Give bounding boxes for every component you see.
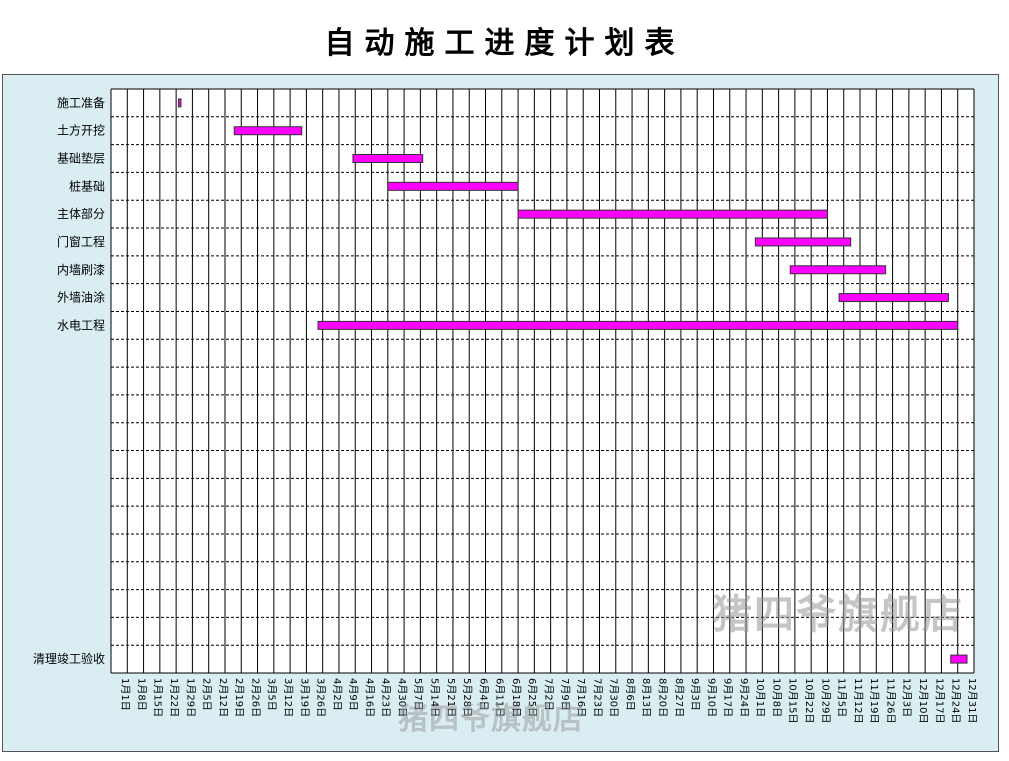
- x-tick-label: 8月27日: [673, 678, 685, 717]
- x-tick-label: 2月5日: [201, 678, 213, 711]
- x-tick-label: 8月13日: [640, 678, 652, 717]
- x-tick-label: 2月12日: [217, 678, 229, 717]
- x-tick-label: 10月8日: [770, 678, 782, 717]
- task-bar: [517, 209, 828, 219]
- x-tick-label: 2月19日: [233, 678, 245, 717]
- x-tick-label: 12月31日: [966, 678, 978, 723]
- x-tick-label: 3月26日: [315, 678, 327, 717]
- task-label: 水电工程: [57, 317, 105, 332]
- x-tick-label: 10月29日: [819, 678, 831, 723]
- x-tick-label: 7月23日: [591, 678, 603, 717]
- task-bar: [233, 126, 303, 136]
- x-tick-label: 11月19日: [868, 678, 880, 723]
- task-bar: [352, 154, 424, 164]
- task-bar: [387, 181, 519, 191]
- x-tick-label: 7月30日: [608, 678, 620, 717]
- x-tick-label: 11月26日: [884, 678, 896, 723]
- x-tick-label: 12月17日: [933, 678, 945, 723]
- x-tick-label: 10月22日: [803, 678, 815, 723]
- x-tick-label: 9月17日: [722, 678, 734, 717]
- x-tick-label: 3月5日: [266, 678, 278, 711]
- x-tick-label: 1月8日: [135, 678, 147, 711]
- x-tick-label: 2月26日: [249, 678, 261, 717]
- task-label: 基础垫层: [57, 151, 105, 166]
- task-label: 土方开挖: [57, 123, 105, 138]
- x-tick-label: 10月15日: [787, 678, 799, 723]
- x-tick-label: 1月15日: [152, 678, 164, 717]
- x-tick-label: 9月24日: [738, 678, 750, 717]
- x-tick-label: 3月12日: [282, 678, 294, 717]
- x-tick-label: 3月19日: [298, 678, 310, 717]
- x-tick-label: 8月6日: [624, 678, 636, 711]
- task-label: 主体部分: [57, 206, 105, 221]
- x-tick-label: 11月12日: [852, 678, 864, 723]
- gantt-chart: 施工准备土方开挖基础垫层桩基础主体部分门窗工程内墙刷漆外墙油涂水电工程清理竣工验…: [33, 88, 978, 723]
- x-tick-label: 1月29日: [184, 678, 196, 717]
- task-label: 内墙刷漆: [57, 263, 105, 277]
- task-label: 外墙油涂: [57, 290, 105, 305]
- x-tick-label: 4月23日: [380, 678, 392, 717]
- x-tick-label: 12月24日: [950, 678, 962, 723]
- task-bar: [838, 293, 949, 303]
- task-bar: [754, 237, 852, 247]
- x-tick-label: 9月3日: [689, 678, 701, 711]
- task-bar: [177, 98, 182, 108]
- x-tick-label: 10月1日: [754, 678, 766, 717]
- x-tick-label: 4月2日: [331, 678, 343, 711]
- task-label: 施工准备: [57, 96, 105, 110]
- watermark-bottom: 猪四爷旗舰店: [398, 702, 584, 737]
- x-tick-label: 8月20日: [656, 678, 668, 717]
- task-bar: [317, 320, 959, 330]
- task-bar: [950, 654, 968, 664]
- x-tick-label: 12月3日: [901, 678, 913, 717]
- task-label: 清理竣工验收: [33, 651, 105, 666]
- task-label: 桩基础: [69, 178, 105, 193]
- chart-title: 自动施工进度计划表: [324, 26, 685, 61]
- x-tick-label: 12月10日: [917, 678, 929, 723]
- x-tick-label: 1月1日: [119, 678, 131, 711]
- plot-frame: 施工准备土方开挖基础垫层桩基础主体部分门窗工程内墙刷漆外墙油涂水电工程清理竣工验…: [2, 74, 999, 752]
- task-bar: [789, 265, 887, 275]
- x-tick-label: 4月16日: [363, 678, 375, 717]
- task-label: 门窗工程: [57, 234, 105, 249]
- x-tick-label: 1月22日: [168, 678, 180, 717]
- x-tick-label: 9月10日: [705, 678, 717, 717]
- watermark-right: 猪四爷旗舰店: [712, 592, 964, 638]
- x-tick-label: 4月9日: [347, 678, 359, 711]
- x-tick-label: 11月5日: [836, 678, 848, 717]
